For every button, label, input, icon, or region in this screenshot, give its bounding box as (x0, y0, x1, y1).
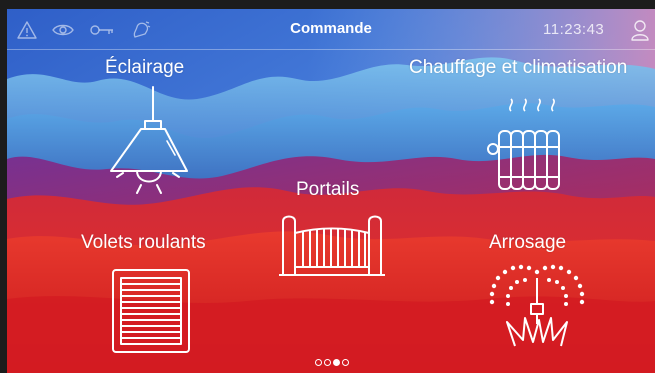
page-dot-2[interactable] (324, 359, 331, 366)
page-dot-1[interactable] (315, 359, 322, 366)
home-screen: Commande 11:23:43 Éclairage Chauffage et… (7, 9, 655, 373)
clock: 11:23:43 (543, 21, 605, 38)
sprinkler-icon (489, 264, 585, 347)
tile-label: Chauffage et climatisation (409, 57, 628, 78)
page-dot-4[interactable] (342, 359, 349, 366)
page-indicator (315, 358, 359, 368)
user-icon[interactable] (631, 19, 649, 41)
tile-label: Volets roulants (81, 232, 206, 253)
gate-icon (279, 215, 385, 276)
tile-portails[interactable]: Portails (277, 177, 387, 277)
tile-arrosage[interactable]: Arrosage (477, 230, 597, 370)
tile-eclairage[interactable]: Éclairage (87, 55, 227, 200)
tile-label: Portails (296, 179, 360, 200)
radiator-icon (487, 98, 560, 190)
status-bar: Commande 11:23:43 (7, 9, 655, 50)
page-dot-3-active[interactable] (333, 359, 340, 366)
ceiling-lamp-icon (110, 86, 188, 194)
tile-chauffage-climatisation[interactable]: Chauffage et climatisation (407, 55, 655, 205)
roller-shutter-icon (112, 269, 190, 353)
tile-label: Éclairage (105, 57, 185, 78)
tile-volets-roulants[interactable]: Volets roulants (77, 230, 237, 370)
tile-label: Arrosage (489, 232, 567, 253)
